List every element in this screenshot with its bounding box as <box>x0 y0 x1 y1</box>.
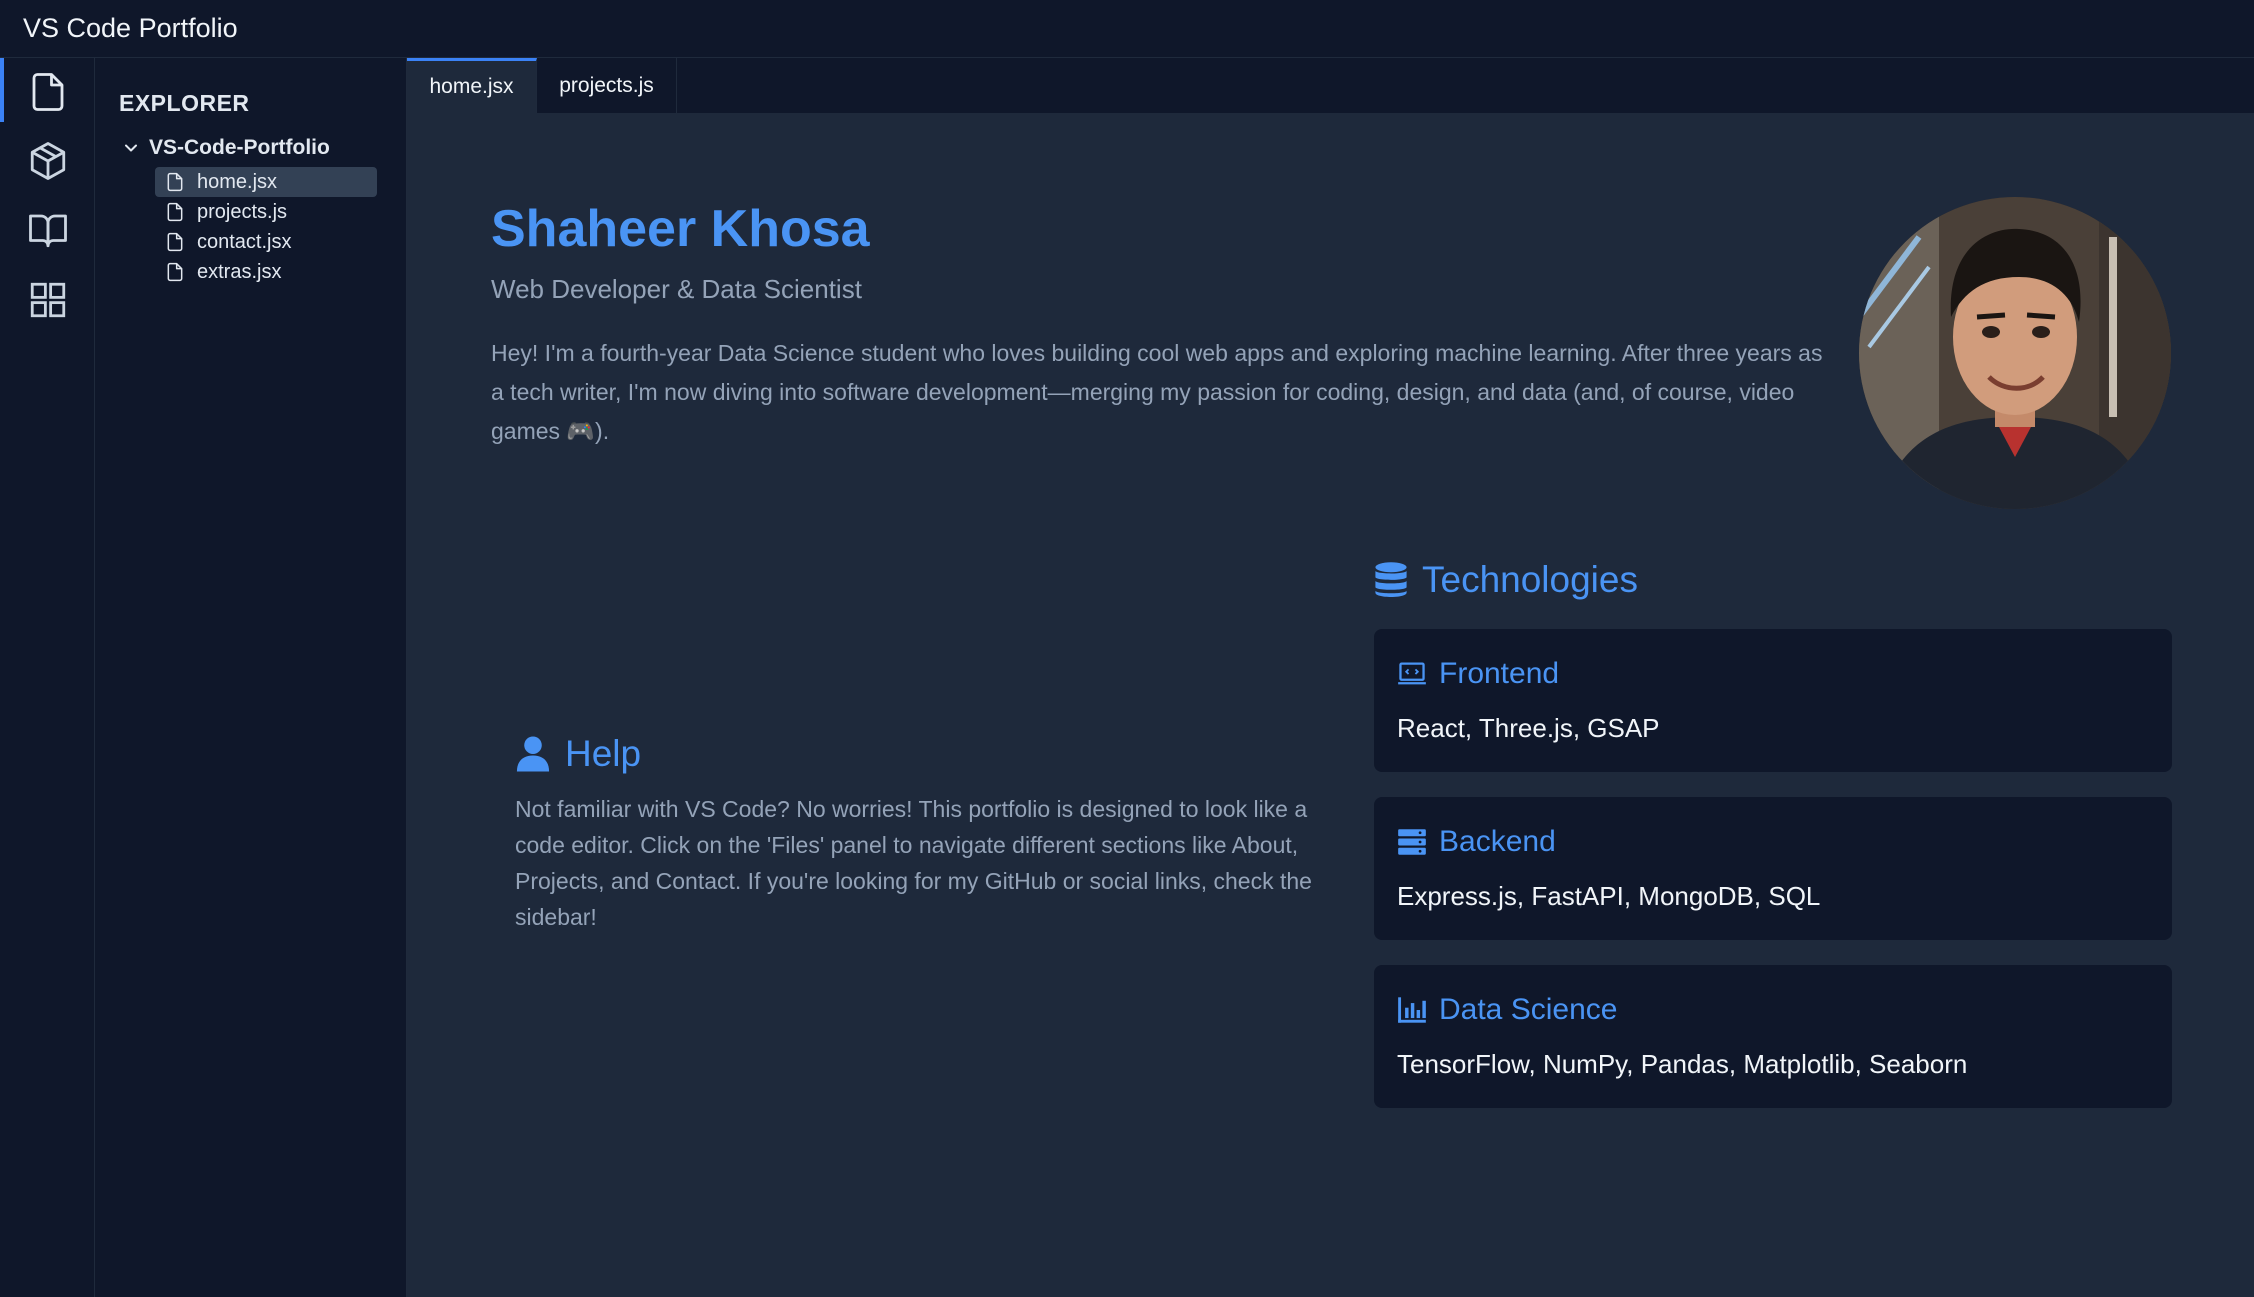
activity-docs-button[interactable] <box>0 196 95 264</box>
folder-label: VS-Code-Portfolio <box>149 136 330 159</box>
laptop-code-icon <box>1398 662 1426 685</box>
file-item-projects[interactable]: projects.js <box>155 197 377 227</box>
card-title: Frontend <box>1439 657 1560 690</box>
file-label: projects.js <box>197 200 288 223</box>
file-icon <box>167 172 183 192</box>
activity-bar <box>0 58 95 1297</box>
tab-label: home.jsx <box>429 75 514 98</box>
file-label: extras.jsx <box>197 260 282 283</box>
file-icon <box>32 73 63 111</box>
card-items: React, Three.js, GSAP <box>1397 713 1660 743</box>
card-title: Data Science <box>1439 993 1618 1026</box>
profile-photo <box>1859 197 2171 509</box>
user-icon <box>516 736 550 772</box>
help-text: Not familiar with VS Code? No worries! T… <box>515 796 1312 930</box>
file-icon <box>167 232 183 252</box>
server-icon <box>1398 829 1426 855</box>
activity-files-button[interactable] <box>0 58 95 126</box>
window-title: VS Code Portfolio <box>23 13 238 43</box>
book-icon <box>28 214 67 248</box>
file-label: home.jsx <box>197 170 278 193</box>
explorer-title: EXPLORER <box>119 90 250 116</box>
hero-role: Web Developer & Data Scientist <box>491 274 862 304</box>
editor-content: Shaheer Khosa Web Developer & Data Scien… <box>407 113 2254 1297</box>
file-icon <box>167 202 183 222</box>
tab-home[interactable]: home.jsx <box>407 58 537 113</box>
help-title: Help <box>565 733 642 774</box>
file-item-contact[interactable]: contact.jsx <box>155 227 377 257</box>
title-bar: VS Code Portfolio <box>0 0 2254 58</box>
tab-projects[interactable]: projects.js <box>537 58 677 113</box>
avatar <box>1859 197 2171 509</box>
package-icon <box>30 142 65 180</box>
grid-icon <box>30 282 65 318</box>
folder-vs-code-portfolio[interactable]: VS-Code-Portfolio <box>121 133 330 163</box>
activity-extras-button[interactable] <box>0 266 95 334</box>
hero-bio: Hey! I'm a fourth-year Data Science stud… <box>491 340 1823 444</box>
card-items: Express.js, FastAPI, MongoDB, SQL <box>1397 881 1821 911</box>
tab-label: projects.js <box>559 73 654 97</box>
help-heading: Help <box>515 733 641 775</box>
activity-projects-button[interactable] <box>0 127 95 195</box>
file-icon <box>167 262 183 282</box>
tech-card-data-science: Data Science TensorFlow, NumPy, Pandas, … <box>1374 965 2172 1108</box>
bar-chart-icon <box>1398 997 1426 1023</box>
file-item-extras[interactable]: extras.jsx <box>155 257 377 287</box>
editor-tab-bar: home.jsx projects.js <box>407 58 2254 113</box>
hero-name: Shaheer Khosa <box>491 200 870 258</box>
technologies-heading: Technologies <box>1374 559 1638 601</box>
explorer-panel: EXPLORER VS-Code-Portfolio home.jsx proj… <box>95 58 407 1297</box>
card-title: Backend <box>1439 825 1556 858</box>
database-icon <box>1375 562 1407 597</box>
tech-card-backend: Backend Express.js, FastAPI, MongoDB, SQ… <box>1374 797 2172 940</box>
technologies-title: Technologies <box>1422 559 1638 600</box>
file-item-home[interactable]: home.jsx <box>155 167 377 197</box>
card-items: TensorFlow, NumPy, Pandas, Matplotlib, S… <box>1397 1049 1968 1079</box>
tech-card-frontend: Frontend React, Three.js, GSAP <box>1374 629 2172 772</box>
file-label: contact.jsx <box>197 230 292 253</box>
chevron-down-icon <box>125 144 137 152</box>
